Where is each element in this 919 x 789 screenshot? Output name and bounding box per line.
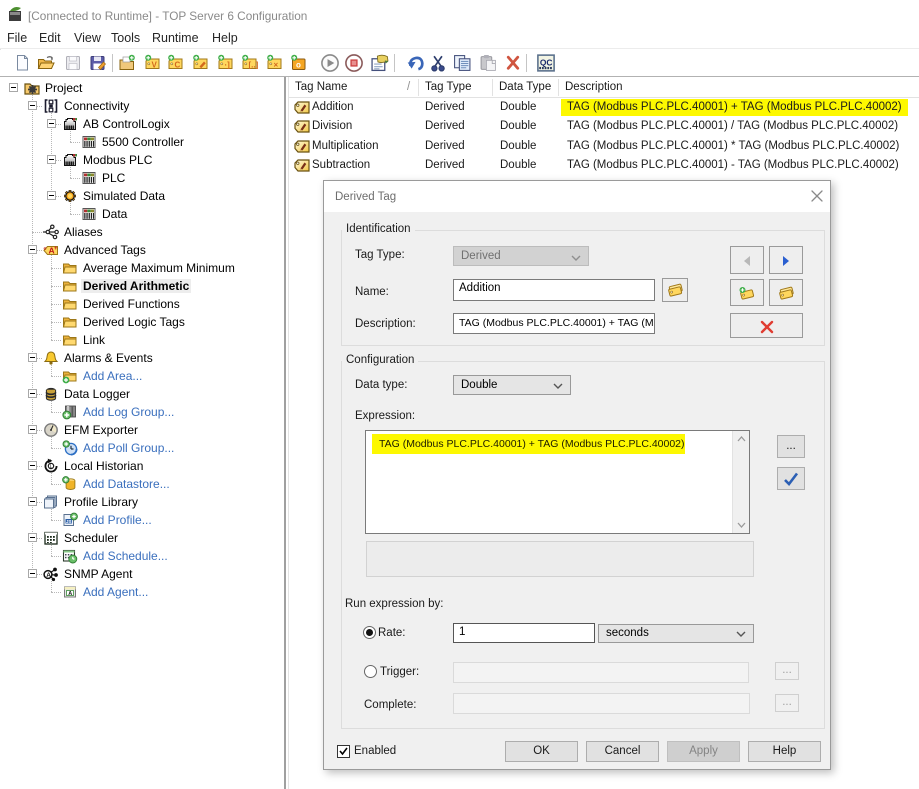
svg-text:A: A — [46, 572, 51, 579]
svg-text:[..]: [..] — [249, 61, 259, 70]
svg-text:C: C — [175, 61, 181, 70]
svg-text:×: × — [274, 61, 279, 70]
svg-text:e: e — [44, 246, 47, 252]
svg-text:o: o — [296, 61, 301, 70]
svg-text:QC: QC — [540, 57, 553, 67]
svg-text:V: V — [152, 61, 158, 70]
svg-text:A: A — [68, 591, 72, 597]
svg-text:·]: ·] — [225, 61, 231, 70]
svg-text:JS: JS — [66, 519, 72, 524]
svg-text:L: L — [50, 464, 53, 470]
svg-text:+: + — [54, 246, 58, 252]
